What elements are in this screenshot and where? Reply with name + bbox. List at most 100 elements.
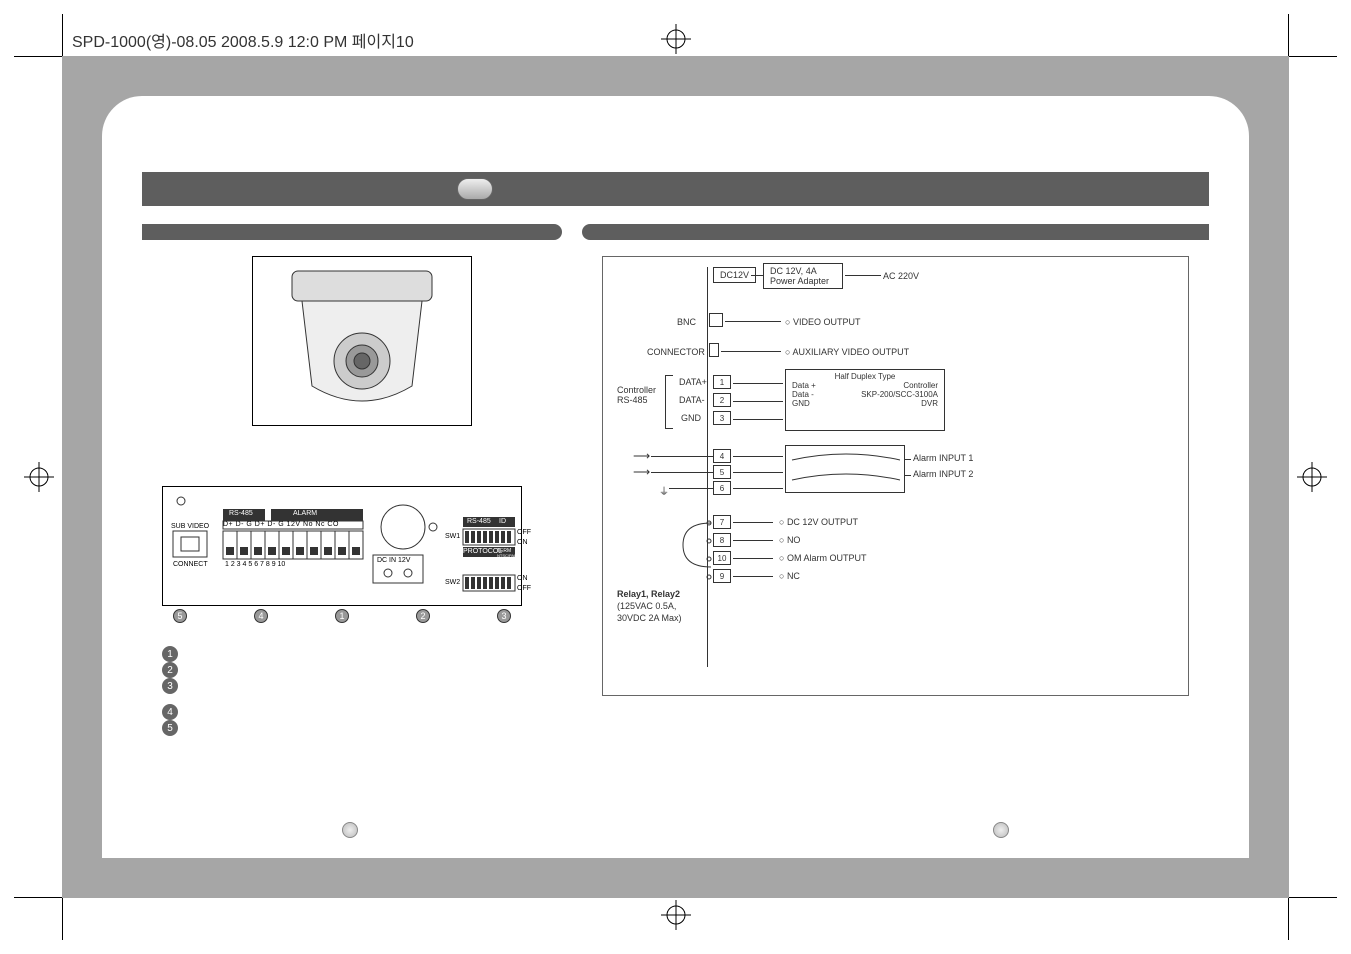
list-bullet-5: 5 [162,720,178,736]
board-label-connect: CONNECT [173,561,208,568]
board-label-sw2: SW2 [445,579,460,586]
switch-icon: ⟶ [633,465,650,479]
board-label-rs485: RS-485 [229,510,253,517]
crop-mark [1288,14,1289,62]
callout-list: 1 2 3 4 5 [162,646,562,736]
camera-illustration [252,256,472,426]
crop-mark [62,892,63,940]
registration-mark-left [24,462,54,492]
rs485-pin2-name: DATA- [679,395,705,405]
title-bar [142,172,1209,206]
callout-4: 4 [254,609,268,623]
rb-r2l: GND [792,399,810,408]
relay-note-2: (125VAC 0.5A, [617,601,676,611]
rb-r0l: Data + [792,381,816,390]
imposition-header: SPD-1000(영)-08.05 2008.5.9 12:0 PM 페이지10 [72,28,414,52]
board-illustration: SUB VIDEO CONNECT RS-485 ALARM D+ D- G D… [162,486,522,606]
board-label-on2: ON [517,575,528,582]
callout-2: 2 [416,609,430,623]
registration-mark-top [661,24,691,54]
adapter-l2: Power Adapter [770,276,836,286]
rb-r1l: Data - [792,390,814,399]
out-9-label: ○ NC [779,571,800,581]
alarm-pin4: 4 [713,449,731,463]
relay-note-1: Relay1, Relay2 [617,589,680,599]
title-bar-pill-icon [457,178,493,200]
list-item: 5 [162,720,562,736]
board-label-off: OFF [517,529,531,536]
content-panel: SUB VIDEO CONNECT RS-485 ALARM D+ D- G D… [102,96,1249,858]
board-callout-row: 5 4 1 2 3 [173,609,511,623]
out-7-label: ○ DC 12V OUTPUT [779,517,858,527]
ac220v-label: AC 220V [883,271,919,281]
board-label-rs485-top: RS-485 [467,518,491,525]
dc12v-box: DC12V [713,267,756,283]
alarm-right-box [785,445,905,493]
crop-mark [14,56,62,57]
rb-r0r: Controller [903,381,938,390]
right-column: DC12V DC 12V, 4A Power Adapter AC 220V B… [602,256,1189,798]
board-label-off2: OFF [517,585,531,592]
board-label-sub-video: SUB VIDEO [171,523,209,530]
out-pin10: 10 [713,551,731,565]
registration-mark-right [1297,462,1327,492]
crop-mark [14,897,62,898]
out-pin7: 7 [713,515,731,529]
out-pin8: 8 [713,533,731,547]
left-column: SUB VIDEO CONNECT RS-485 ALARM D+ D- G D… [162,256,562,798]
adapter-l1: DC 12V, 4A [770,266,836,276]
list-bullet-3: 3 [162,678,178,694]
list-item: 2 [162,662,562,678]
rb-r1r: SKP-200/SCC-3100A [861,390,938,399]
wiring-diagram: DC12V DC 12V, 4A Power Adapter AC 220V B… [602,256,1189,696]
subtitle-bar-left [142,224,562,240]
crop-mark [62,14,63,62]
callout-3: 3 [497,609,511,623]
out-pin9: 9 [713,569,731,583]
subtitle-bar-right [582,224,1209,240]
out-8-label: ○ NO [779,535,800,545]
alarm-input2-label: Alarm INPUT 2 [913,469,973,479]
ground-icon: ⏚ [659,483,669,498]
bnc-label: BNC [677,317,696,327]
adapter-box: DC 12V, 4A Power Adapter [763,263,843,289]
connector-out: ○ AUXILIARY VIDEO OUTPUT [785,347,909,357]
registration-mark-bottom [661,900,691,930]
crop-mark [1289,897,1337,898]
list-item: 3 [162,678,562,694]
rs485-right-block: Half Duplex Type Data + Controller Data -… [785,369,945,431]
crop-mark [1289,56,1337,57]
connector-label: CONNECTOR [647,347,705,357]
bnc-out: ○ VIDEO OUTPUT [785,317,860,327]
board-label-ntscpal: NTSC/PAL [497,553,516,558]
rs485-pin1-name: DATA+ [679,377,707,387]
board-label-rscols: D+ D- G D+ D- G 12V No Nc CO [223,521,339,528]
alarm-pin5: 5 [713,465,731,479]
rs485-pin3-num: 3 [713,411,731,425]
board-label-dcin: DC IN 12V [377,557,410,564]
alarm-pin6: 6 [713,481,731,495]
out-10-label: ○ OM Alarm OUTPUT [779,553,866,563]
list-item: 4 [162,704,562,720]
connector-icon [709,343,719,357]
page-background: SUB VIDEO CONNECT RS-485 ALARM D+ D- G D… [62,56,1289,898]
rb-r2r: DVR [921,399,938,408]
relay-note-3: 30VDC 2A Max) [617,613,682,623]
board-label-on: ON [517,539,528,546]
rs485-bracket [665,375,673,429]
board-label-alarm: ALARM [293,510,317,517]
callout-5: 5 [173,609,187,623]
rs485-pin2-num: 2 [713,393,731,407]
switch-icon: ⟶ [633,449,650,463]
rs485-pin1-num: 1 [713,375,731,389]
board-label-id: ID [499,518,506,525]
page-number-dot-right [993,822,1009,838]
callout-1: 1 [335,609,349,623]
rs485-group-label: Controller RS-485 [617,385,656,405]
page-number-dot-left [342,822,358,838]
rs485-right-title: Half Duplex Type [792,372,938,381]
list-item: 1 [162,646,562,662]
rs485-pin3-name: GND [681,413,701,423]
crop-mark [1288,892,1289,940]
bnc-icon [709,313,723,327]
